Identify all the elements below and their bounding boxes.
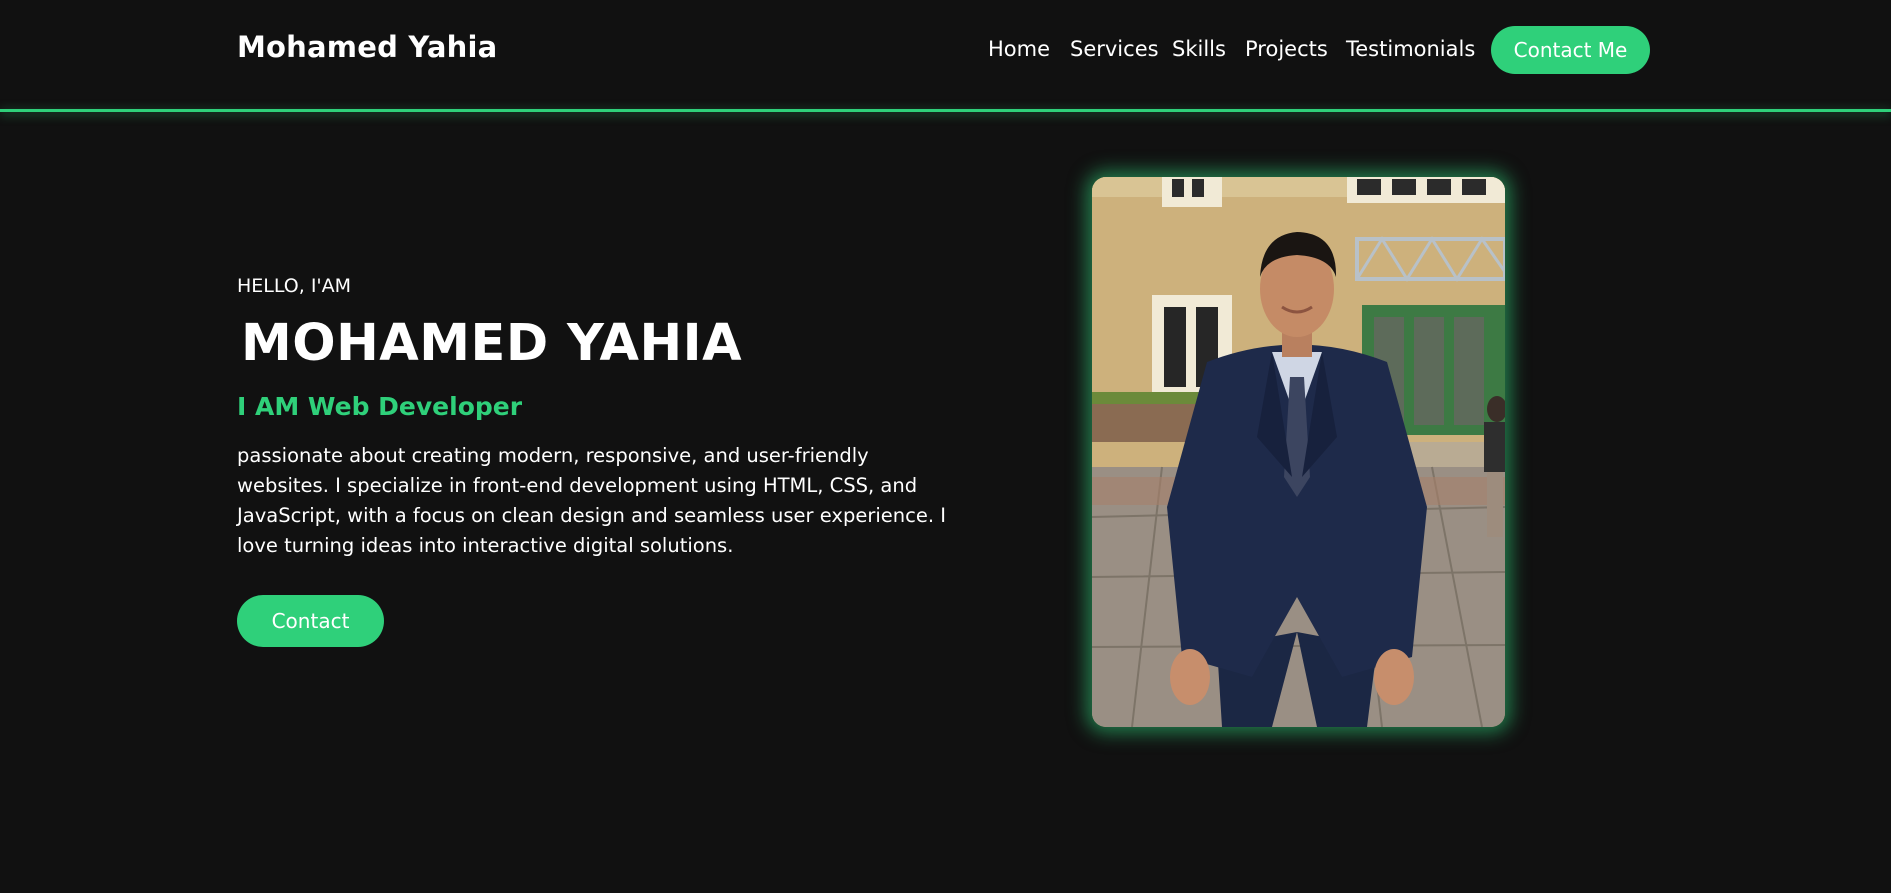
contact-button[interactable]: Contact: [237, 595, 384, 647]
header-divider: [0, 109, 1891, 112]
site-logo[interactable]: Mohamed Yahia: [237, 30, 497, 64]
site-header: Mohamed Yahia Home Services Skills Proje…: [0, 0, 1891, 110]
hero-bio: passionate about creating modern, respon…: [237, 444, 946, 557]
profile-photo-illustration: [1092, 177, 1505, 727]
hero-name: MOHAMED YAHIA: [241, 314, 743, 373]
nav-services[interactable]: Services: [1070, 37, 1159, 61]
nav-home[interactable]: Home: [988, 37, 1050, 61]
nav-projects[interactable]: Projects: [1245, 37, 1328, 61]
nav-skills[interactable]: Skills: [1172, 37, 1226, 61]
hero-role: I AM Web Developer: [237, 392, 523, 421]
hero-greeting: HELLO, I'AM: [237, 275, 352, 297]
profile-photo: [1092, 177, 1505, 727]
contact-me-button[interactable]: Contact Me: [1491, 26, 1650, 74]
nav-testimonials[interactable]: Testimonials: [1346, 37, 1475, 61]
